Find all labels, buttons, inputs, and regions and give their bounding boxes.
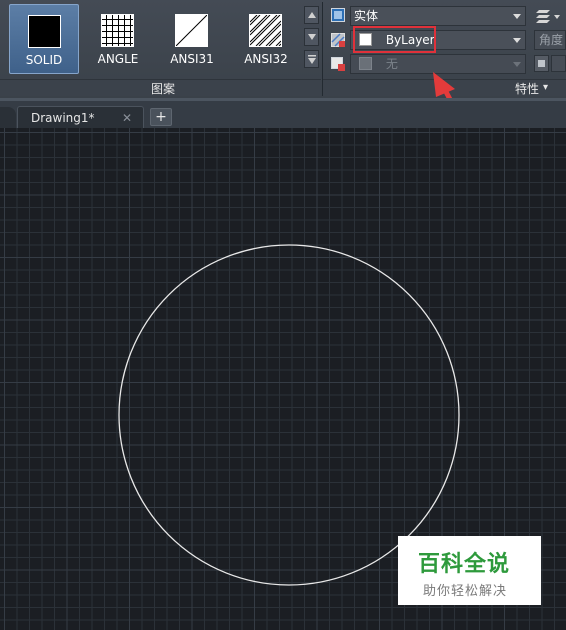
new-tab-button[interactable]: + <box>150 108 172 126</box>
pattern-angle-button[interactable]: ANGLE <box>83 4 153 74</box>
hatch-type-icon <box>331 8 345 22</box>
angle-pattern-icon <box>101 14 134 47</box>
tab-label: Drawing1* <box>31 111 95 125</box>
layer-override-button[interactable] <box>533 7 563 25</box>
pattern-solid-button[interactable]: SOLID <box>9 4 79 74</box>
highlight-annotation <box>353 26 436 53</box>
chevron-down-icon <box>513 14 521 19</box>
watermark-title: 百科全说 <box>418 552 511 577</box>
scale-icon-button[interactable] <box>534 55 549 72</box>
layers-icon <box>536 10 560 23</box>
angle-label: 角度 <box>539 33 564 47</box>
pattern-label: ANSI31 <box>170 52 214 66</box>
solid-pattern-icon <box>28 15 61 48</box>
hatch-background-icon <box>331 57 345 71</box>
background-swatch <box>359 57 372 70</box>
gallery-scroll-up-button[interactable] <box>304 6 319 24</box>
watermark: 百科全说 助你轻松解决 <box>398 536 541 605</box>
pattern-label: ANSI32 <box>244 52 288 66</box>
hatch-background-dropdown[interactable]: 无 <box>350 54 526 74</box>
ribbon: SOLID ANGLE ANSI31 ANSI32 图案 特性 ▾ 实体 ByL… <box>0 0 566 98</box>
triangle-up-icon <box>307 12 316 18</box>
hatch-background-value: 无 <box>385 57 398 71</box>
chevron-down-icon <box>513 38 521 43</box>
watermark-subtitle: 助你轻松解决 <box>423 584 508 599</box>
triangle-down-icon <box>307 34 316 40</box>
chevron-down-icon <box>513 62 521 67</box>
hatch-type-value: 实体 <box>354 9 379 23</box>
properties-panel-title[interactable]: 特性 <box>515 80 539 97</box>
scale-field[interactable] <box>551 55 566 72</box>
pattern-panel-title: 图案 <box>151 82 176 96</box>
gallery-expand-button[interactable] <box>304 50 319 68</box>
pattern-ansi32-button[interactable]: ANSI32 <box>231 4 301 74</box>
hatch-color-icon <box>331 33 345 47</box>
gallery-scroll-down-button[interactable] <box>304 28 319 46</box>
pattern-label: SOLID <box>25 53 63 67</box>
circle-entity[interactable] <box>118 244 460 586</box>
angle-field[interactable]: 角度 <box>534 30 566 50</box>
properties-panel-expand-icon[interactable]: ▾ <box>543 82 548 93</box>
expand-down-icon <box>307 54 316 64</box>
ansi32-pattern-icon <box>249 14 282 47</box>
scale-icon <box>538 60 545 67</box>
close-icon[interactable]: ✕ <box>122 111 132 125</box>
start-tab[interactable] <box>0 107 16 129</box>
ansi31-pattern-icon <box>175 14 208 47</box>
tab-drawing1[interactable]: Drawing1* ✕ <box>17 106 144 130</box>
pattern-label: ANGLE <box>97 52 139 66</box>
hatch-type-dropdown[interactable]: 实体 <box>350 6 526 26</box>
pattern-ansi31-button[interactable]: ANSI31 <box>157 4 227 74</box>
hatch-type-row: 实体 <box>330 6 530 26</box>
document-tab-bar: Drawing1* ✕ + <box>0 98 566 130</box>
hatch-background-row: 无 <box>330 54 530 74</box>
gallery-scroll <box>304 6 319 76</box>
